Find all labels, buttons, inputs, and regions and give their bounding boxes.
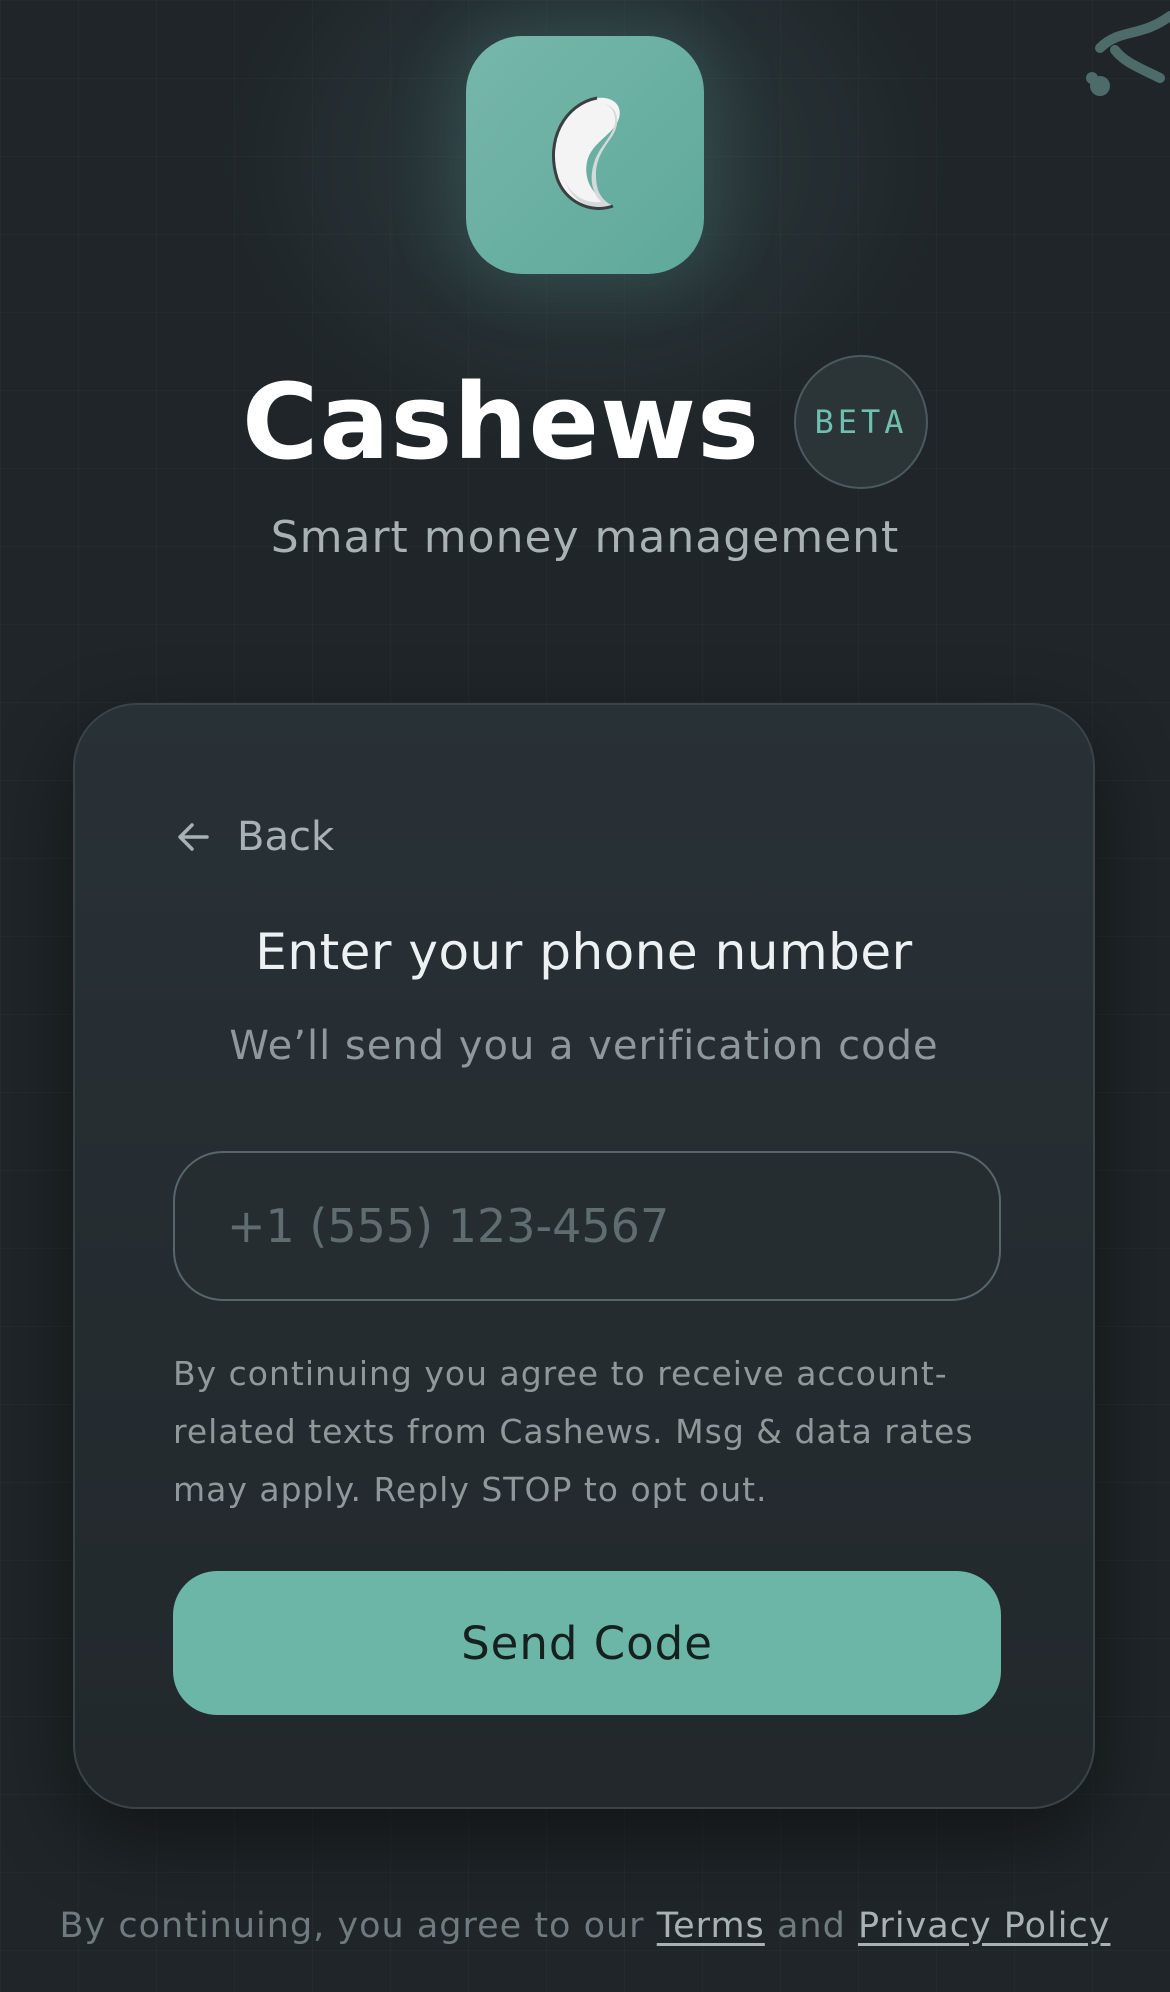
phone-signin-card: Back Enter your phone number We’ll send … bbox=[73, 703, 1095, 1809]
card-subtitle: We’ll send you a verification code bbox=[229, 1023, 939, 1069]
cashew-logo-icon bbox=[552, 96, 620, 210]
arrow-left-icon bbox=[178, 823, 209, 851]
tagline: Smart money management bbox=[270, 512, 900, 563]
sparkle-decoration-icon bbox=[1086, 11, 1170, 96]
legal-footer: By continuing, you agree to our Terms an… bbox=[0, 1906, 1170, 1946]
app-logo bbox=[466, 36, 704, 274]
back-label: Back bbox=[237, 814, 335, 860]
back-button[interactable]: Back bbox=[175, 805, 334, 869]
send-code-button[interactable]: Send Code bbox=[173, 1571, 1001, 1715]
phone-number-input[interactable] bbox=[173, 1151, 1001, 1301]
card-title: Enter your phone number bbox=[255, 923, 913, 981]
privacy-policy-link[interactable]: Privacy Policy bbox=[858, 1906, 1111, 1946]
footer-conjunction: and bbox=[776, 1906, 846, 1946]
terms-link[interactable]: Terms bbox=[657, 1906, 765, 1946]
brand-title-row: Cashews BETA bbox=[0, 352, 1170, 492]
app-name: Cashews bbox=[242, 361, 760, 483]
beta-badge: BETA bbox=[793, 355, 928, 489]
footer-prefix: By continuing, you agree to our bbox=[59, 1906, 645, 1946]
sms-consent-text: By continuing you agree to receive accou… bbox=[173, 1354, 974, 1509]
